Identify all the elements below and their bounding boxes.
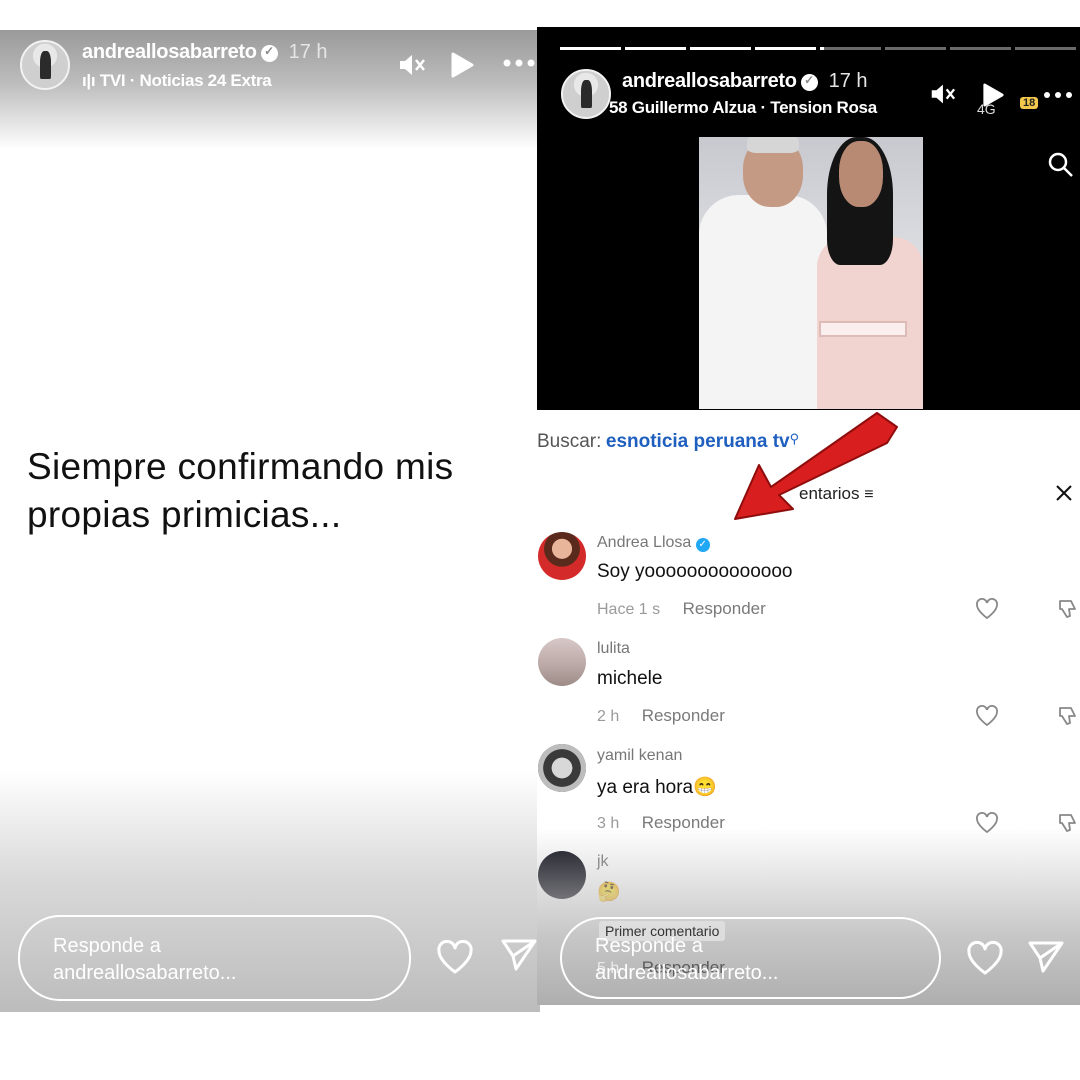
battery-indicator: 18 [1020,97,1039,109]
comment-author[interactable]: lulita [597,640,630,658]
comment-text: ya era hora😁 [597,777,717,798]
verified-badge-icon [261,44,279,63]
commenter-avatar[interactable] [538,744,586,792]
left-story-panel: andreallosabarreto 17 h ı|ı TVI · Notici… [0,30,540,1012]
more-icon[interactable] [1043,87,1073,105]
username[interactable]: andreallosabarreto [622,70,797,92]
music-title: Guillermo Alzua · Tension Rosa [631,98,877,117]
story-caption: Siempre confirmando mis propias primicia… [27,443,453,539]
network-indicator: 4G [977,101,996,117]
music-title: TVI · Noticias 24 Extra [99,71,272,90]
comment-meta: Hace 1 s Responder [597,599,766,619]
play-icon[interactable] [450,52,474,83]
comment-author[interactable]: yamil kenan [597,747,682,765]
heart-icon[interactable] [965,940,1005,981]
profile-avatar[interactable] [20,40,70,90]
progress-segment [820,47,881,50]
username[interactable]: andreallosabarreto [82,41,257,63]
verified-badge-icon: ✓ [695,538,710,552]
reply-link[interactable]: Responder [683,599,766,618]
comment-text: Soy yoooooooooooooo [597,561,793,582]
progress-segment [950,47,1011,50]
music-bars-icon: ı|ı [82,71,96,90]
dislike-icon[interactable] [1057,598,1079,625]
close-icon[interactable] [1054,483,1074,508]
send-icon[interactable] [500,936,538,979]
story-time: 17 h [828,70,868,92]
search-label: Buscar: [537,431,602,452]
commenter-avatar[interactable] [538,638,586,686]
red-arrow-annotation [727,407,907,532]
comment-time: 2 h [597,708,620,725]
right-story-panel: andreallosabarreto 17 h 58 Guillermo Alz… [537,27,1080,1005]
mute-icon[interactable] [396,50,426,87]
progress-segment [690,47,751,50]
reply-placeholder-line-1: Responde a [595,935,703,957]
music-label[interactable]: ı|ı TVI · Noticias 24 Extra [82,71,272,91]
comment-text: michele [597,668,663,689]
more-icon[interactable] [502,55,538,73]
progress-segment [625,47,686,50]
progress-segment [755,47,816,50]
music-prefix: 58 [609,98,628,117]
send-icon[interactable] [1027,938,1065,981]
story-header: andreallosabarreto 17 h [82,41,328,64]
story-header: andreallosabarreto 17 h [622,70,868,93]
reply-placeholder-line-1: Responde a [53,935,161,957]
reply-placeholder-line-2: andreallosabarreto... [595,962,779,984]
comment-time: Hace 1 s [597,601,661,618]
caption-line-1: Siempre confirmando mis [27,446,454,487]
music-label[interactable]: 58 Guillermo Alzua · Tension Rosa [609,98,877,118]
progress-segment [885,47,946,50]
comment-meta: 2 h Responder [597,706,725,726]
caption-line-2: propias primicias... [27,494,342,535]
reply-input[interactable]: Responde a andreallosabarreto... [18,915,411,1001]
commenter-avatar[interactable] [538,532,586,580]
grin-emoji: 😁 [693,777,717,798]
reply-link[interactable]: Responder [642,706,725,725]
heart-icon[interactable] [435,939,475,980]
progress-segment [560,47,621,50]
reply-placeholder-line-2: andreallosabarreto... [53,962,237,984]
verified-badge-icon [801,73,819,92]
like-heart-icon[interactable] [975,598,999,625]
search-icon[interactable] [1047,151,1075,184]
comment-author[interactable]: Andrea Llosa ✓ [597,534,710,552]
story-photo [699,137,923,409]
like-heart-icon[interactable] [975,705,999,732]
profile-avatar[interactable] [561,69,611,119]
mute-icon[interactable] [928,80,956,113]
progress-segment [1015,47,1076,50]
reply-input[interactable]: Responde a andreallosabarreto... [560,917,941,999]
story-time: 17 h [288,41,328,63]
dislike-icon[interactable] [1057,705,1079,732]
